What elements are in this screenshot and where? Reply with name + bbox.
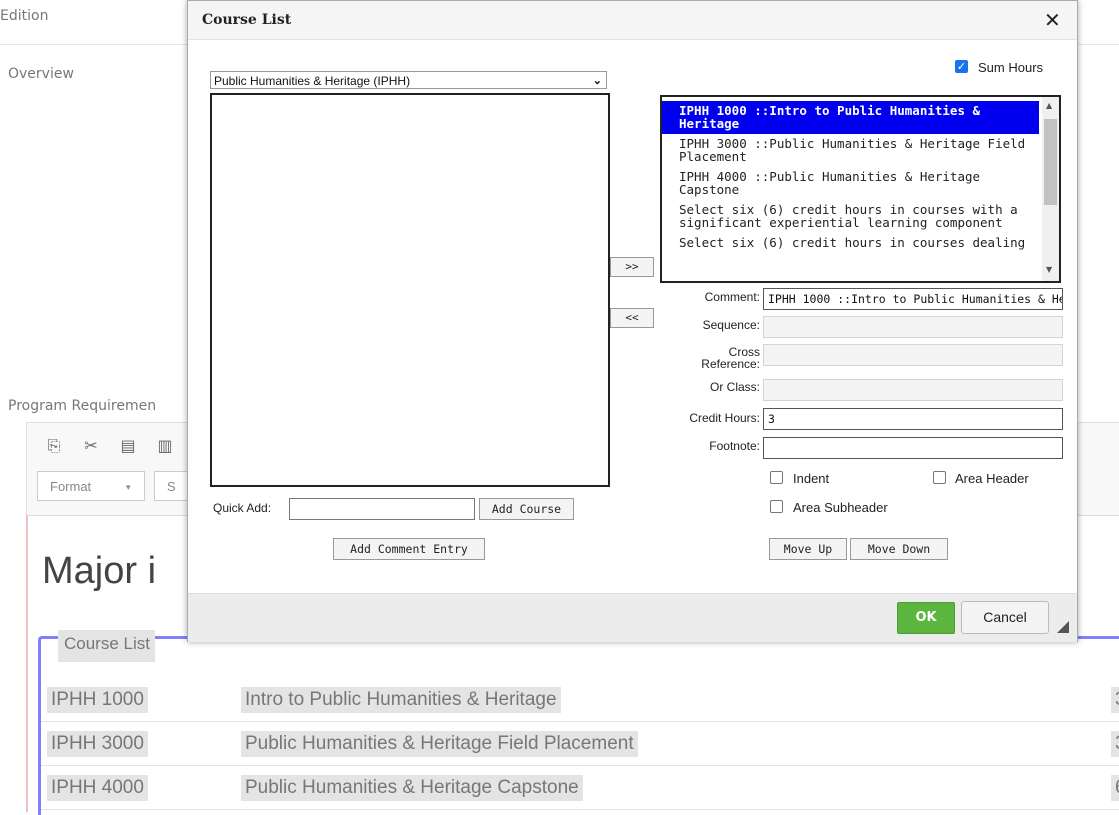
course-list-tag[interactable]: Course List	[58, 630, 155, 662]
area-header-label: Area Header	[955, 471, 1029, 486]
sum-hours-checkbox[interactable]: ✓	[955, 60, 968, 73]
course-title: Public Humanities & Heritage Capstone	[241, 775, 583, 801]
or-class-field[interactable]	[763, 379, 1063, 401]
cancel-button[interactable]: Cancel	[961, 601, 1049, 634]
paste-icon[interactable]: ▤	[119, 437, 137, 455]
overview-label: Overview	[8, 66, 74, 82]
footnote-label: Footnote:	[709, 439, 760, 453]
area-subheader-checkbox[interactable]	[770, 500, 783, 513]
scroll-down-icon[interactable]: ▼	[1046, 265, 1052, 274]
chevron-down-icon: ⌄	[592, 75, 602, 87]
add-comment-entry-button[interactable]: Add Comment Entry	[333, 538, 485, 560]
table-row[interactable]: IPHH 1000 Intro to Public Humanities & H…	[41, 677, 1119, 722]
cross-reference-field[interactable]	[763, 344, 1063, 366]
cross-reference-label-2: Reference:	[701, 357, 760, 371]
course-code: IPHH 3000	[47, 731, 148, 757]
dialog-titlebar[interactable]: Course List ✕	[188, 1, 1077, 40]
program-requirements-label: Program Requiremen	[8, 398, 157, 414]
paste-text-icon[interactable]: ▥	[156, 437, 174, 455]
format-label: Format	[50, 479, 92, 494]
area-header-checkbox[interactable]	[933, 471, 946, 484]
sum-hours-label: Sum Hours	[978, 60, 1044, 75]
credit-hours-label: Credit Hours:	[689, 411, 760, 425]
add-course-button[interactable]: Add Course	[479, 498, 574, 520]
course-hours: 6	[1111, 775, 1119, 801]
ok-button[interactable]: OK	[897, 602, 955, 634]
format-dropdown[interactable]: Format ▾	[37, 471, 145, 501]
scrollbar-thumb[interactable]	[1044, 119, 1057, 205]
list-item[interactable]: IPHH 1000 ::Intro to Public Humanities &…	[662, 101, 1039, 134]
close-icon[interactable]: ✕	[1044, 8, 1061, 32]
footnote-field[interactable]	[763, 437, 1063, 459]
dialog-title: Course List	[202, 12, 292, 28]
move-up-button[interactable]: Move Up	[769, 538, 847, 560]
move-down-button[interactable]: Move Down	[850, 538, 948, 560]
table-row[interactable]: IPHH 3000 Public Humanities & Heritage F…	[41, 721, 1119, 766]
page-heading: Major i	[42, 550, 157, 592]
selected-courses-list[interactable]: IPHH 1000 ::Intro to Public Humanities &…	[660, 95, 1061, 283]
dialog-footer: OK Cancel	[188, 593, 1077, 642]
comment-label: Comment:	[704, 290, 760, 304]
styles-label: S	[167, 479, 176, 494]
course-code: IPHH 4000	[47, 775, 148, 801]
subject-select-value: Public Humanities & Heritage (IPHH)	[214, 74, 411, 88]
course-code: IPHH 1000	[47, 687, 148, 713]
edition-label: Edition	[0, 8, 49, 24]
list-item[interactable]: Select six (6) credit hours in courses d…	[662, 233, 1039, 253]
sequence-field[interactable]	[763, 316, 1063, 338]
indent-label: Indent	[793, 471, 830, 486]
list-item[interactable]: IPHH 3000 ::Public Humanities & Heritage…	[662, 134, 1039, 167]
comment-field[interactable]: IPHH 1000 ::Intro to Public Humanities &…	[763, 288, 1063, 310]
course-title: Intro to Public Humanities & Heritage	[241, 687, 561, 713]
resize-handle-icon[interactable]	[1057, 621, 1069, 633]
move-right-button[interactable]: >>	[610, 257, 654, 277]
chevron-down-icon: ▾	[126, 482, 131, 492]
available-courses-list[interactable]	[210, 93, 610, 487]
area-subheader-label: Area Subheader	[793, 500, 888, 515]
course-hours: 3	[1111, 731, 1119, 757]
quick-add-label: Quick Add:	[213, 501, 272, 515]
list-item[interactable]: Select six (6) credit hours in courses w…	[662, 200, 1039, 233]
move-left-button[interactable]: <<	[610, 308, 654, 328]
credit-hours-field[interactable]: 3	[763, 408, 1063, 430]
or-class-label: Or Class:	[709, 380, 760, 394]
course-hours: 3	[1111, 687, 1119, 713]
course-list-dialog: Course List ✕ ✓ Sum Hours Public Humanit…	[187, 0, 1078, 642]
course-title: Public Humanities & Heritage Field Place…	[241, 731, 638, 757]
quick-add-input[interactable]	[289, 498, 475, 520]
indent-checkbox[interactable]	[770, 471, 783, 484]
cut-icon[interactable]: ✂	[82, 437, 100, 455]
copy-icon[interactable]: ⎘	[45, 437, 63, 455]
subject-select[interactable]: Public Humanities & Heritage (IPHH) ⌄	[210, 71, 607, 89]
sequence-label: Sequence:	[702, 318, 760, 332]
list-scrollbar[interactable]: ▲ ▼	[1042, 97, 1059, 281]
list-item[interactable]: IPHH 4000 ::Public Humanities & Heritage…	[662, 167, 1039, 200]
table-row[interactable]: IPHH 4000 Public Humanities & Heritage C…	[41, 765, 1119, 810]
scroll-up-icon[interactable]: ▲	[1046, 101, 1052, 110]
